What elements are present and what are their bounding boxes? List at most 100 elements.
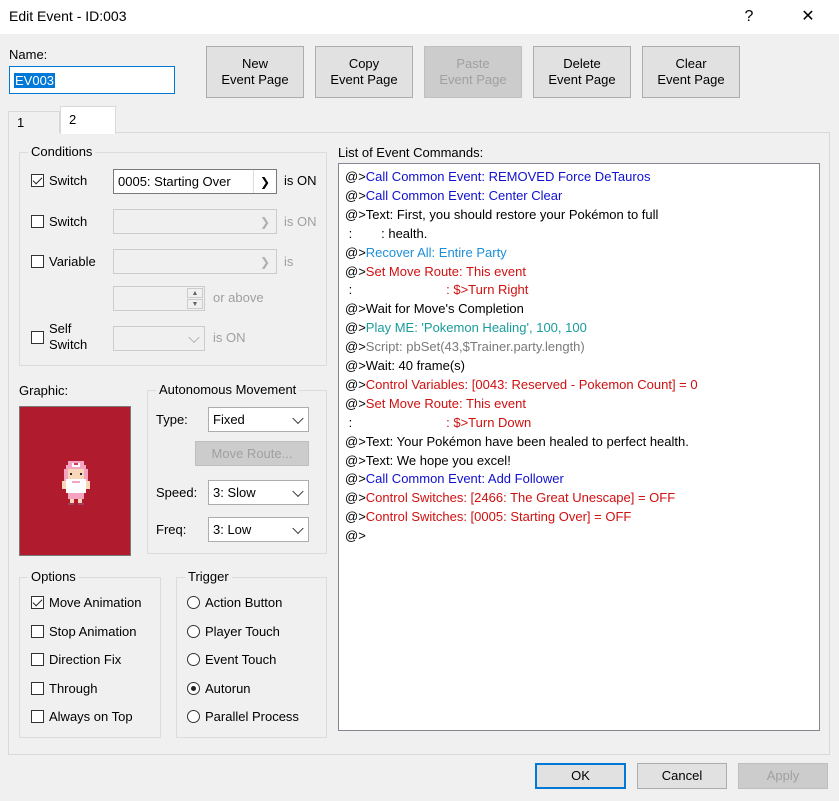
- name-field[interactable]: EV003: [9, 66, 175, 94]
- apply-button[interactable]: Apply: [738, 763, 828, 789]
- event-touch-radio[interactable]: [187, 653, 200, 666]
- ok-button[interactable]: OK: [535, 763, 626, 789]
- switch1-checkbox[interactable]: [31, 174, 44, 187]
- command-prefix: @>: [345, 187, 366, 203]
- command-text: Set Move Route: This event: [365, 263, 526, 279]
- command-line[interactable]: : : health.: [345, 224, 428, 243]
- command-line[interactable]: @>Recover All: Entire Party: [345, 243, 507, 262]
- chevron-down-icon: [292, 522, 304, 534]
- window-title: Edit Event - ID:003: [9, 8, 127, 24]
- paste-event-page-label-1: Paste: [456, 56, 490, 71]
- commands-label: List of Event Commands:: [338, 145, 484, 160]
- move-animation-label: Move Animation: [49, 595, 142, 610]
- command-line[interactable]: : : $>Turn Right: [345, 280, 529, 299]
- cancel-label: Cancel: [661, 768, 703, 783]
- graphic-label: Graphic:: [19, 383, 69, 398]
- copy-event-page-button[interactable]: Copy Event Page: [315, 46, 413, 98]
- command-line[interactable]: @>Text: We hope you excel!: [345, 451, 511, 470]
- command-line[interactable]: @>Control Variables: [0043: Reserved - P…: [345, 375, 698, 394]
- move-route-button[interactable]: Move Route...: [195, 441, 309, 466]
- tab-page-2[interactable]: 2: [60, 106, 116, 134]
- command-line[interactable]: @>Set Move Route: This event: [345, 262, 526, 281]
- freq-value: 3: Low: [213, 522, 252, 537]
- through-label: Through: [49, 681, 98, 696]
- switch1-selector[interactable]: 0005: Starting Over ❯: [113, 169, 277, 194]
- speed-select[interactable]: 3: Slow: [208, 480, 309, 505]
- new-event-page-label-1: New: [241, 56, 268, 71]
- variable-checkbox[interactable]: [31, 255, 44, 268]
- command-text: : $>Turn Down: [446, 414, 532, 430]
- stop-animation-label: Stop Animation: [49, 624, 137, 639]
- command-line[interactable]: @>Script: pbSet(43,$Trainer.party.length…: [345, 337, 585, 356]
- action-button-radio[interactable]: [187, 596, 200, 609]
- paste-event-page-button[interactable]: Paste Event Page: [424, 46, 522, 98]
- command-line[interactable]: @>Play ME: 'Pokemon Healing', 100, 100: [345, 318, 587, 337]
- spinner-down-icon[interactable]: ▼: [187, 299, 203, 309]
- chevron-right-icon[interactable]: ❯: [254, 210, 276, 233]
- command-line[interactable]: @>Control Switches: [2466: The Great Une…: [345, 488, 675, 507]
- event-commands-list[interactable]: @> Call Common Event: REMOVED Force DeTau…: [338, 163, 820, 731]
- player-touch-radio[interactable]: [187, 625, 200, 638]
- close-button[interactable]: ✕: [785, 0, 831, 34]
- graphic-preview[interactable]: [19, 406, 131, 556]
- always-on-top-checkbox[interactable]: [31, 710, 44, 723]
- command-line[interactable]: : : $>Turn Down: [345, 413, 532, 432]
- chevron-down-icon: [292, 412, 304, 424]
- switch2-selector[interactable]: ❯: [113, 209, 277, 234]
- chevron-right-icon[interactable]: ❯: [253, 170, 276, 193]
- freq-select[interactable]: 3: Low: [208, 517, 309, 542]
- self-switch-suffix: is ON: [213, 330, 246, 345]
- command-prefix: @>: [345, 395, 366, 411]
- command-line[interactable]: @>Call Common Event: Center Clear: [345, 186, 562, 205]
- type-value: Fixed: [213, 412, 245, 427]
- command-text: Call Common Event: REMOVED Force DeTauro…: [365, 169, 651, 184]
- clear-event-page-button[interactable]: Clear Event Page: [642, 46, 740, 98]
- player-touch-label: Player Touch: [205, 624, 280, 639]
- variable-label: Variable: [49, 254, 96, 269]
- freq-label: Freq:: [156, 522, 187, 537]
- copy-event-page-label-1: Copy: [348, 56, 380, 71]
- cancel-button[interactable]: Cancel: [637, 763, 727, 789]
- tab-page-1[interactable]: 1: [8, 111, 60, 133]
- command-line[interactable]: @>Control Switches: [0005: Starting Over…: [345, 507, 631, 526]
- command-text: Wait for Move's Completion: [365, 301, 524, 317]
- chevron-right-icon[interactable]: ❯: [254, 250, 276, 273]
- movement-title: Autonomous Movement: [156, 382, 300, 397]
- autorun-radio[interactable]: [187, 682, 200, 695]
- self-switch-select[interactable]: [113, 326, 205, 351]
- command-text: Text: First, you should restore your Pok…: [365, 206, 659, 222]
- command-line[interactable]: @>Wait: 40 frame(s): [345, 356, 465, 375]
- command-line[interactable]: @>Wait for Move's Completion: [345, 299, 524, 318]
- clear-event-page-label-2: Event Page: [657, 72, 725, 87]
- direction-fix-checkbox[interactable]: [31, 653, 44, 666]
- spinner-up-icon[interactable]: ▲: [187, 288, 203, 298]
- command-line[interactable]: @>Text: Your Pokémon have been healed to…: [345, 432, 689, 451]
- help-button[interactable]: ?: [726, 0, 772, 34]
- through-checkbox[interactable]: [31, 682, 44, 695]
- move-route-label: Move Route...: [211, 445, 293, 461]
- command-text: : $>Turn Right: [446, 282, 529, 298]
- command-line[interactable]: @>: [345, 526, 366, 545]
- command-line[interactable]: @>Text: First, you should restore your P…: [345, 205, 658, 224]
- command-prefix: @>: [345, 490, 366, 506]
- command-text: Wait: 40 frame(s): [365, 358, 465, 373]
- delete-event-page-button[interactable]: Delete Event Page: [533, 46, 631, 98]
- name-value: EV003: [14, 72, 56, 88]
- variable-selector[interactable]: ❯: [113, 249, 277, 274]
- command-line[interactable]: @>Set Move Route: This event: [345, 394, 526, 413]
- command-line[interactable]: @>Call Common Event: REMOVED Force DeTau…: [345, 167, 650, 186]
- type-select[interactable]: Fixed: [208, 407, 309, 432]
- command-prefix: @>: [345, 433, 366, 449]
- switch2-checkbox[interactable]: [31, 215, 44, 228]
- parallel-process-label: Parallel Process: [205, 709, 299, 724]
- direction-fix-label: Direction Fix: [49, 652, 122, 667]
- parallel-process-radio[interactable]: [187, 710, 200, 723]
- new-event-page-button[interactable]: New Event Page: [206, 46, 304, 98]
- command-line[interactable]: @>Call Common Event: Add Follower: [345, 469, 564, 488]
- stop-animation-checkbox[interactable]: [31, 625, 44, 638]
- options-title: Options: [28, 569, 79, 584]
- switch1-value: 0005: Starting Over: [118, 174, 231, 189]
- move-animation-checkbox[interactable]: [31, 596, 44, 609]
- variable-min-spinner[interactable]: ▲ ▼: [113, 286, 205, 311]
- self-switch-checkbox[interactable]: [31, 331, 44, 344]
